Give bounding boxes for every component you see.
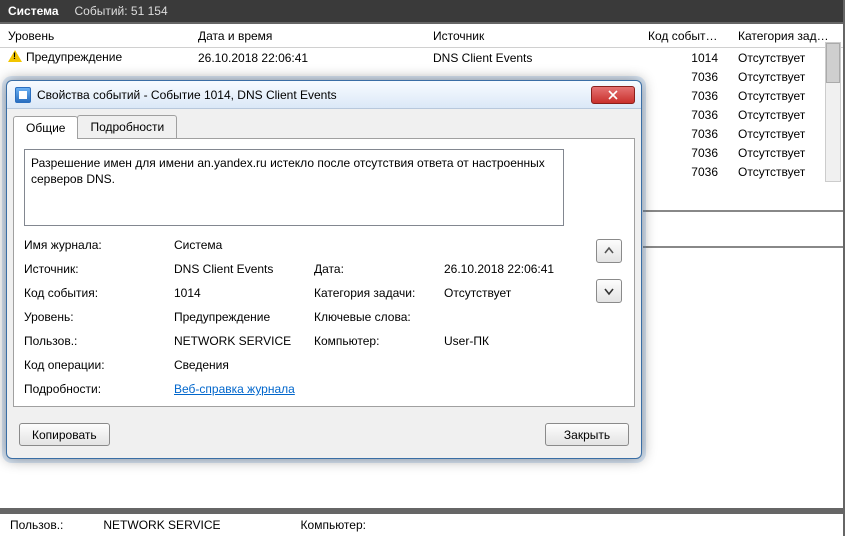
preview-stub: Пользов.: NETWORK SERVICE Компьютер: [0,512,843,536]
event-fields: Имя журнала: Система Источник: DNS Clien… [24,238,564,396]
label-task-category: Категория задачи: [314,286,444,300]
col-code[interactable]: Код события [640,26,730,46]
tab-panel-general: Разрешение имен для имени an.yandex.ru и… [13,138,635,407]
value-keywords [444,310,614,324]
cell-code: 7036 [640,124,730,144]
cell-code: 7036 [640,105,730,125]
link-online-help[interactable]: Веб-справка журнала [174,382,295,396]
value-date: 26.10.2018 22:06:41 [444,262,614,276]
label-keywords: Ключевые слова: [314,310,444,324]
log-header: Система Событий: 51 154 [0,0,843,22]
label-user: Пользов.: [24,334,174,348]
event-description[interactable]: Разрешение имен для имени an.yandex.ru и… [24,149,564,226]
label-level: Уровень: [24,310,174,324]
col-level[interactable]: Уровень [0,26,190,46]
dialog-title: Свойства событий - Событие 1014, DNS Cli… [37,88,585,102]
value-task-category: Отсутствует [444,286,614,300]
cell-code: 7036 [640,162,730,182]
cell-category: Отсутствует [730,105,840,125]
label-log-name: Имя журнала: [24,238,174,252]
preview-user-label: Пользов.: NETWORK SERVICE [10,518,221,532]
close-button[interactable] [591,86,635,104]
value-event-id: 1014 [174,286,314,300]
scrollbar[interactable] [825,42,841,182]
label-opcode: Код операции: [24,358,174,372]
table-row[interactable]: Предупреждение 26.10.2018 22:06:41DNS Cli… [0,48,843,67]
cell-date: 26.10.2018 22:06:41 [190,48,425,68]
label-date: Дата: [314,262,444,276]
label-event-id: Код события: [24,286,174,300]
event-count: Событий: 51 154 [75,4,168,18]
next-event-button[interactable] [596,279,622,303]
cell-category: Отсутствует [730,67,840,87]
list-header: Уровень Дата и время Источник Код событи… [0,24,843,48]
cell-source: DNS Client Events [425,48,640,68]
cell-source [425,74,640,80]
col-source[interactable]: Источник [425,26,640,46]
tab-general[interactable]: Общие [13,116,78,139]
cell-level: Предупреждение [26,50,122,64]
cell-category: Отсутствует [730,48,840,68]
cell-code: 7036 [640,143,730,163]
close-dialog-button[interactable]: Закрыть [545,423,629,446]
cell-code: 7036 [640,67,730,87]
col-date[interactable]: Дата и время [190,26,425,46]
prev-event-button[interactable] [596,239,622,263]
copy-button[interactable]: Копировать [19,423,110,446]
warning-icon [8,50,22,64]
cell-category: Отсутствует [730,143,840,163]
value-level: Предупреждение [174,310,314,324]
tabs: Общие Подробности [13,115,635,138]
cell-code: 7036 [640,86,730,106]
value-log-name: Система [174,238,614,252]
value-computer: User-ПК [444,334,614,348]
dialog-titlebar[interactable]: Свойства событий - Событие 1014, DNS Cli… [7,81,641,109]
col-category[interactable]: Категория задачи [730,26,840,46]
value-source: DNS Client Events [174,262,314,276]
cell-date [190,74,425,80]
label-source: Источник: [24,262,174,276]
event-properties-dialog: Свойства событий - Событие 1014, DNS Cli… [6,80,642,459]
cell-code: 1014 [640,48,730,68]
app-icon [15,87,31,103]
tab-details[interactable]: Подробности [77,115,177,138]
label-computer: Компьютер: [314,334,444,348]
value-opcode: Сведения [174,358,614,372]
preview-computer-label: Компьютер: [301,518,366,532]
cell-category: Отсутствует [730,86,840,106]
cell-category: Отсутствует [730,162,840,182]
label-more-info: Подробности: [24,382,174,396]
scrollbar-thumb[interactable] [826,43,840,83]
log-title: Система [8,4,59,18]
value-user: NETWORK SERVICE [174,334,314,348]
cell-category: Отсутствует [730,124,840,144]
